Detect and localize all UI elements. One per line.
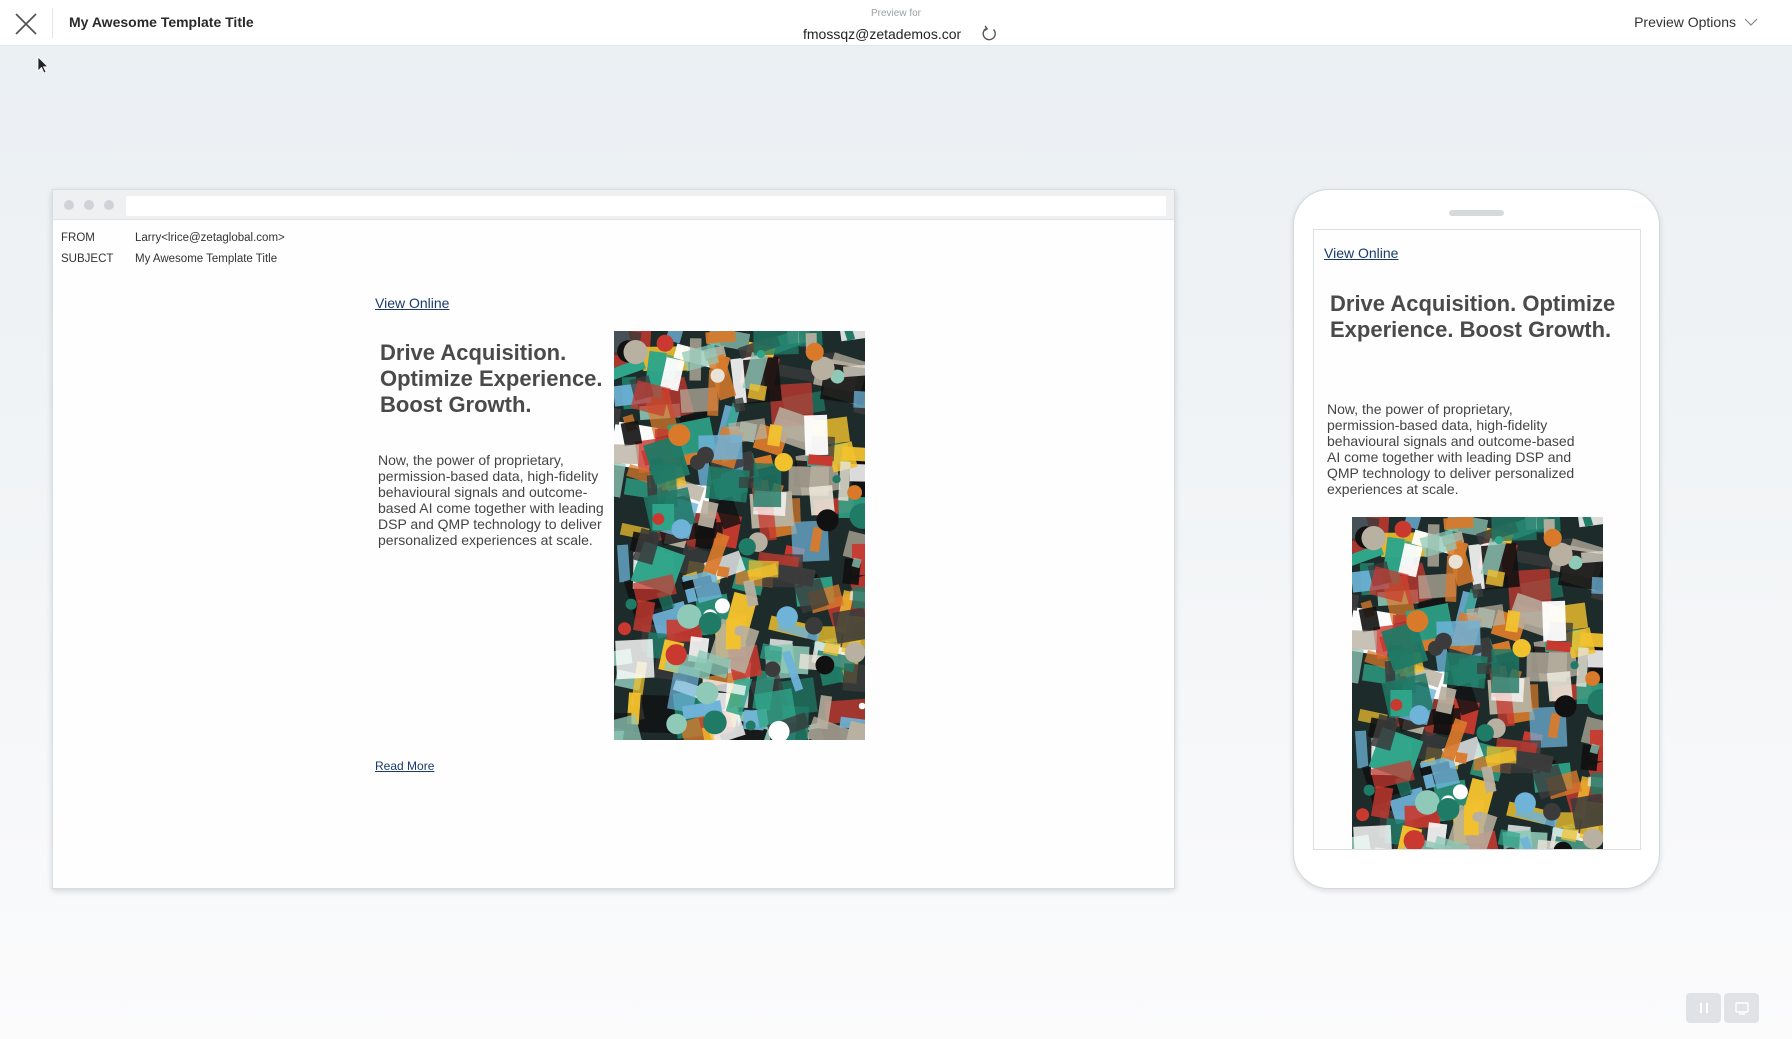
device-icon [1734,1002,1749,1015]
mouse-cursor-icon [37,56,49,74]
mobile-email-paragraph: Now, the power of proprietary, permissio… [1327,401,1575,497]
mobile-preview-frame: View Online Drive Acquisition. Optimize … [1293,189,1660,889]
desktop-email-body: View Online Drive Acquisition. Optimize … [53,190,1174,888]
top-bar: My Awesome Template Title Preview for Pr… [0,0,1792,46]
preview-email-input[interactable] [803,25,961,43]
collage-image [614,331,865,740]
pause-icon [1699,1003,1708,1013]
playback-controls [1686,993,1760,1023]
mobile-collage-image [1352,517,1603,849]
preview-options-dropdown[interactable]: Preview Options [1634,14,1758,30]
email-headline: Drive Acquisition. Optimize Experience. … [380,340,603,417]
desktop-preview-frame: FROM Larry<lrice@zetaglobal.com> SUBJECT… [52,189,1175,889]
mobile-collage-art [1352,517,1603,849]
refresh-icon [982,25,996,41]
view-online-link[interactable]: View Online [375,295,449,311]
refresh-button[interactable] [979,24,999,44]
preview-options-label: Preview Options [1634,14,1736,30]
read-more-link[interactable]: Read More [375,759,434,773]
mobile-screen: View Online Drive Acquisition. Optimize … [1313,229,1641,850]
chevron-down-icon [1744,18,1758,26]
phone-speaker [1449,210,1504,216]
pause-button[interactable] [1686,993,1721,1023]
preview-for-label: Preview for [870,8,921,19]
mobile-email-headline: Drive Acquisition. Optimize Experience. … [1330,291,1616,342]
collage-art [614,331,865,740]
mobile-view-online-link[interactable]: View Online [1324,245,1398,261]
device-button[interactable] [1724,993,1759,1023]
email-paragraph: Now, the power of proprietary, permissio… [378,452,604,548]
